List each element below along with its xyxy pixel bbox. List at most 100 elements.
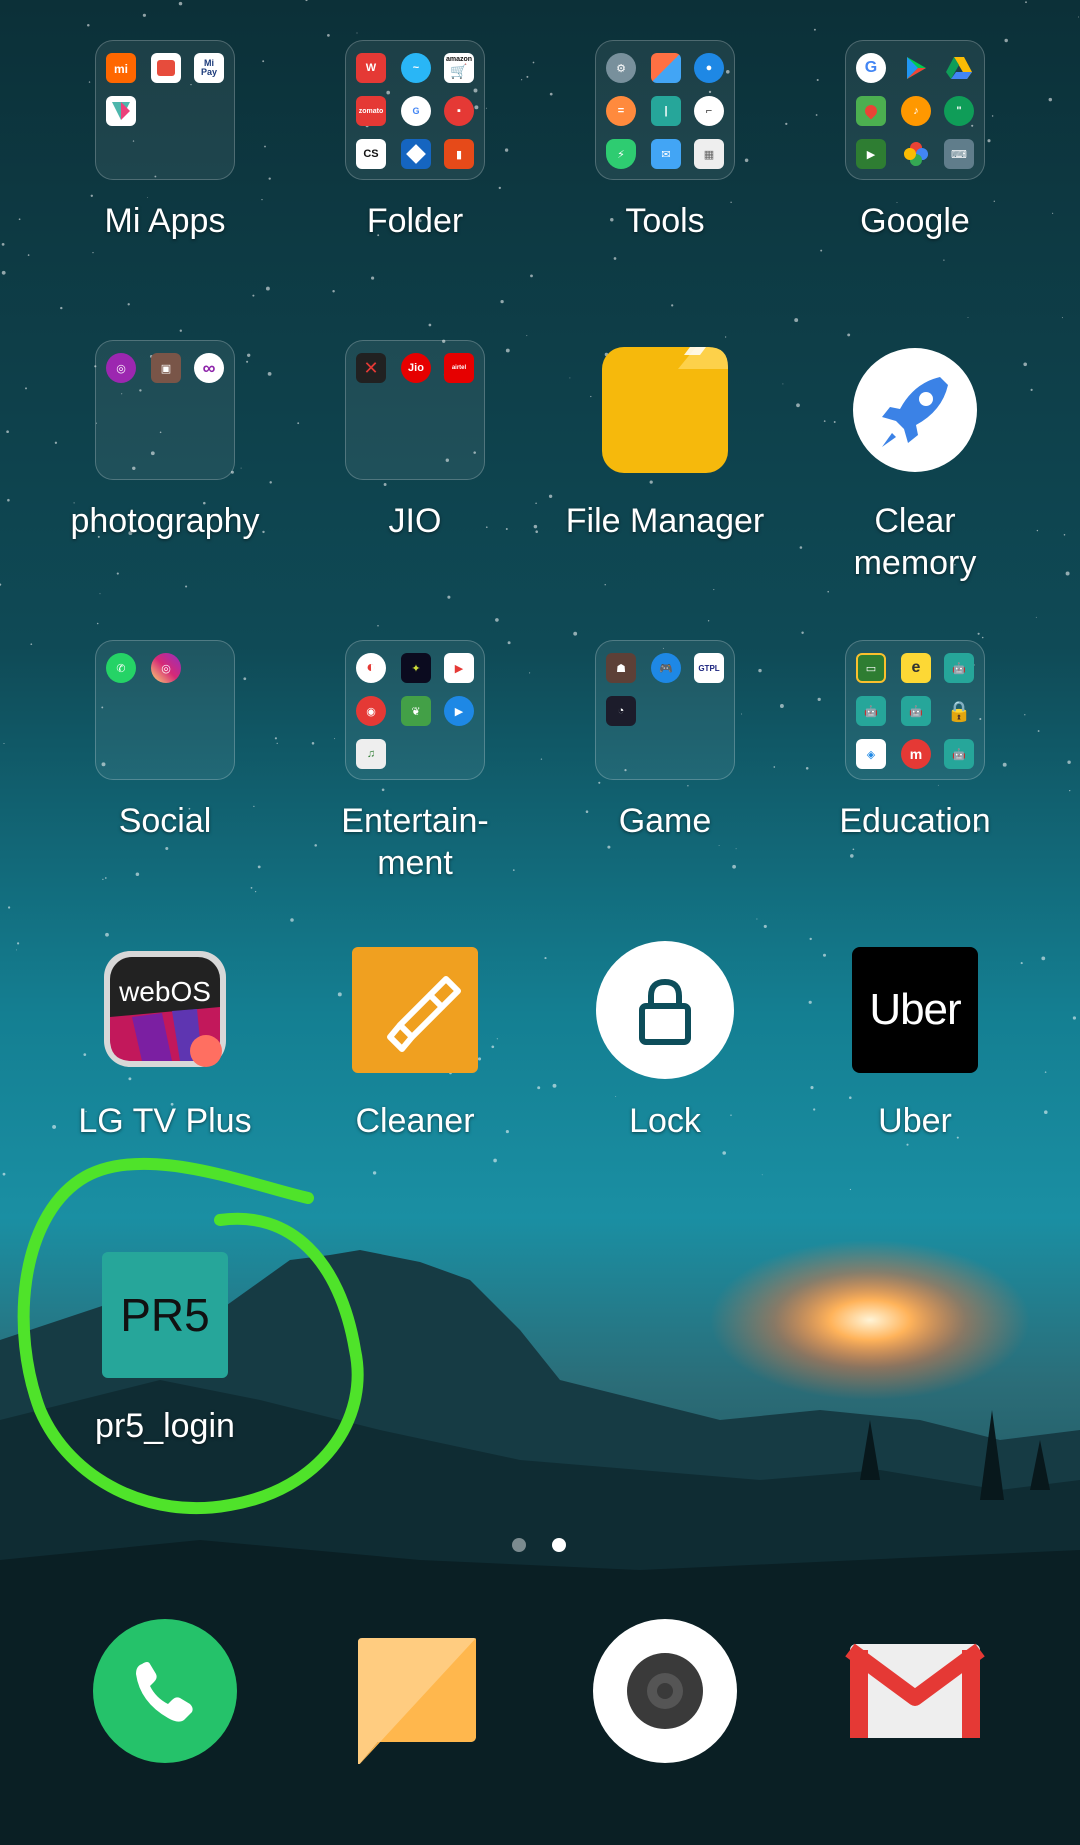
- app-label: Mi Apps: [104, 202, 226, 240]
- gmail-icon: [845, 1643, 985, 1738]
- orange-app-icon: ▮: [444, 139, 474, 169]
- android-icon: 🤖: [901, 696, 931, 726]
- photo-editor-icon: ◎: [106, 353, 136, 383]
- pr5-icon: PR5: [95, 1245, 235, 1385]
- gboard-icon: ⌨: [944, 139, 974, 169]
- app-label: Game: [618, 802, 712, 840]
- google-folder[interactable]: G ♪ " ▶ ⌨ Google: [790, 40, 1040, 242]
- app-label: Cleaner: [355, 1102, 475, 1140]
- folder-preview: ⚙ ● = | ⌐ ⚡ ✉ ▦: [595, 40, 735, 180]
- app-label: Tools: [625, 202, 705, 240]
- folder-folder[interactable]: W ~ amazon 🛒 zomato G ▪ CS ▮ Folder: [290, 40, 540, 242]
- email-icon: ✉: [651, 139, 681, 169]
- entertainment-folder[interactable]: ◐ ✦ ▶ ◉ ❦ ▶ ♫ Entertain- ment: [290, 640, 540, 884]
- google-icon: G: [856, 53, 886, 83]
- rocket-icon: [845, 340, 985, 480]
- maps-icon: [856, 96, 886, 126]
- gmail-app[interactable]: [842, 1618, 988, 1764]
- gtpl-icon: GTPL: [694, 653, 724, 683]
- webos-icon: webOS: [95, 940, 235, 1080]
- file-manager-app[interactable]: File Manager: [540, 340, 790, 542]
- app-label: Education: [839, 802, 991, 840]
- mi-download-icon: [106, 96, 136, 126]
- app-label: Folder: [366, 202, 464, 240]
- drive-icon: [944, 53, 974, 83]
- lock-icon: [595, 940, 735, 1080]
- calendar-icon: ▦: [694, 139, 724, 169]
- folder-preview: ✆ ◎: [95, 640, 235, 780]
- pubg-icon: ☗: [606, 653, 636, 683]
- notes-icon: |: [651, 96, 681, 126]
- uber-icon: Uber: [845, 940, 985, 1080]
- webos-text: webOS: [118, 976, 211, 1007]
- mi-pay-icon: Mi Pay: [194, 53, 224, 83]
- gaana-icon: ◉: [356, 696, 386, 726]
- folder-preview: W ~ amazon 🛒 zomato G ▪ CS ▮: [345, 40, 485, 180]
- photo-app-icon: ▣: [151, 353, 181, 383]
- gallery-icon: [651, 53, 681, 83]
- folder-preview: ✕ Jio airtel: [345, 340, 485, 480]
- play-store-icon: [901, 53, 931, 83]
- education-folder[interactable]: ▭ e 🤖 🤖 🤖 🔒 ◈ m 🤖 Education: [790, 640, 1040, 842]
- infinity-icon: ∞: [194, 353, 224, 383]
- video-player-icon: ▶: [444, 696, 474, 726]
- amazon-text: amazon: [445, 56, 473, 63]
- swiftkey-icon: ~: [401, 53, 431, 83]
- gpay-icon: G: [401, 96, 431, 126]
- clock-icon: ⌐: [694, 96, 724, 126]
- edu-app-icon: ◈: [856, 739, 886, 769]
- folder-preview: ◐ ✦ ▶ ◉ ❦ ▶ ♫: [345, 640, 485, 780]
- camera-icon: [593, 1619, 737, 1763]
- android-icon: 🤖: [856, 696, 886, 726]
- game-controller-icon: 🎮: [651, 653, 681, 683]
- clear-memory-app[interactable]: Clear memory: [790, 340, 1040, 584]
- messages-app[interactable]: [342, 1618, 488, 1764]
- game-folder[interactable]: ☗ 🎮 GTPL ◔ Game: [540, 640, 790, 842]
- wps-icon: W: [356, 53, 386, 83]
- game-app-icon: ❦: [401, 696, 431, 726]
- message-icon: [356, 1638, 476, 1764]
- mi-store-icon: [151, 53, 181, 83]
- jio-folder[interactable]: ✕ Jio airtel JIO: [290, 340, 540, 542]
- pr5-text: PR5: [102, 1252, 228, 1378]
- play-music-icon: ♪: [901, 96, 931, 126]
- settings-icon: ⚙: [606, 53, 636, 83]
- uber-app[interactable]: Uber Uber: [790, 940, 1040, 1142]
- speedometer-icon: ◔: [606, 696, 636, 726]
- ecommerce-icon: ▪: [444, 96, 474, 126]
- lg-tv-plus-app[interactable]: webOS LG TV Plus: [40, 940, 290, 1142]
- pr5-login-app[interactable]: PR5 pr5_login: [40, 1245, 290, 1447]
- play-movies-icon: ▶: [444, 653, 474, 683]
- whatsapp-icon: ✆: [106, 653, 136, 683]
- cs-icon: CS: [356, 139, 386, 169]
- folder-preview: ☗ 🎮 GTPL ◔: [595, 640, 735, 780]
- music-icon: ◐: [356, 653, 386, 683]
- app-label: LG TV Plus: [78, 1102, 252, 1140]
- phone-app[interactable]: [92, 1618, 238, 1764]
- folder-icon: [595, 340, 735, 480]
- home-screen-grid: mi Mi Pay Mi Apps W ~ amazon 🛒 zomato G ▪…: [0, 0, 1080, 1845]
- cleaner-app[interactable]: Cleaner: [290, 940, 540, 1142]
- camera-app[interactable]: [592, 1618, 738, 1764]
- zomato-icon: zomato: [356, 96, 386, 126]
- dominos-icon: [401, 139, 431, 169]
- m-app-icon: m: [901, 739, 931, 769]
- app-label: photography: [70, 502, 260, 540]
- uber-text: Uber: [852, 947, 978, 1073]
- photography-folder[interactable]: ◎ ▣ ∞ photography: [40, 340, 290, 542]
- app-label: File Manager: [565, 502, 765, 540]
- contacts-icon: ●: [694, 53, 724, 83]
- mi-apps-folder[interactable]: mi Mi Pay Mi Apps: [40, 40, 290, 242]
- phone-icon: [93, 1619, 237, 1763]
- app-label: Lock: [629, 1102, 701, 1140]
- folder-preview: ◎ ▣ ∞: [95, 340, 235, 480]
- e-icon: e: [901, 653, 931, 683]
- brush-icon: [345, 940, 485, 1080]
- social-folder[interactable]: ✆ ◎ Social: [40, 640, 290, 842]
- lock-app-icon: 🔒: [946, 700, 972, 723]
- svg-text:mi: mi: [114, 62, 128, 76]
- classroom-icon: ▭: [856, 653, 886, 683]
- airtel-icon: airtel: [444, 353, 474, 383]
- tools-folder[interactable]: ⚙ ● = | ⌐ ⚡ ✉ ▦ Tools: [540, 40, 790, 242]
- lock-app[interactable]: Lock: [540, 940, 790, 1142]
